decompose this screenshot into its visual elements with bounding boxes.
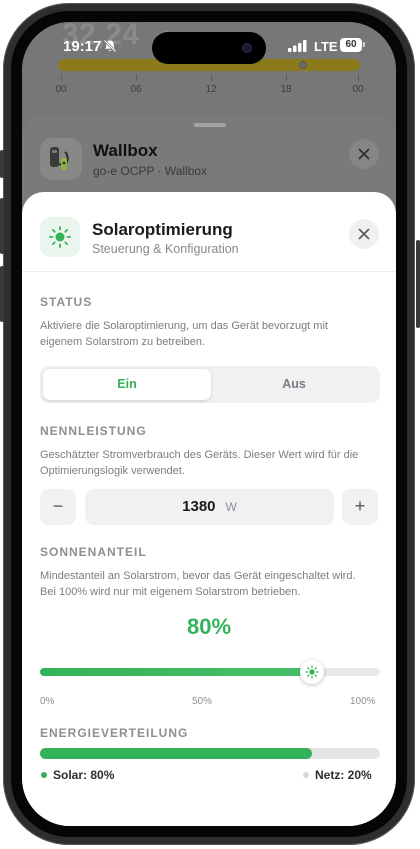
wallbox-charger-icon (40, 138, 82, 180)
background-hour-label: 00 (352, 84, 364, 95)
background-tick (61, 74, 62, 81)
nominal-power-description: Geschätzter Stromverbrauch des Geräts. D… (40, 449, 359, 477)
background-hour-label: 00 (55, 84, 67, 95)
background-tick (286, 74, 287, 81)
solar-share-percentage: 80% (186, 614, 232, 639)
solar-share-slider-fill (40, 668, 312, 676)
status-time: 19:17 (63, 38, 102, 55)
close-icon (358, 148, 370, 160)
slider-min-label: 0% (40, 696, 55, 707)
battery-nub (363, 42, 365, 47)
wallbox-close-button[interactable] (349, 139, 379, 169)
energy-distribution-label: ENERGIEVERTEILUNG (40, 726, 189, 740)
header-divider (22, 271, 396, 272)
solar-share-description: Mindestanteil an Solarstrom, bevor das G… (40, 570, 356, 598)
grid-legend-dot (303, 772, 309, 778)
status-section-label: STATUS (40, 295, 93, 309)
background-hour-label: 06 (130, 84, 142, 95)
volume-down-button (0, 266, 4, 322)
grid-legend-label: Netz: 20% (315, 768, 372, 782)
status-description: Aktiviere die Solaroptimierung, um das G… (40, 320, 328, 348)
energy-distribution-solar-fill (40, 748, 312, 759)
close-icon (358, 228, 370, 240)
sun-icon (305, 665, 319, 679)
background-timeline-marker (299, 61, 307, 69)
solar-subtitle: Steuerung & Konfiguration (92, 242, 239, 256)
slider-mid-label: 50% (192, 696, 213, 707)
increment-button[interactable]: + (342, 489, 378, 525)
solar-title: Solaroptimierung (92, 220, 233, 239)
decrement-button[interactable]: − (40, 489, 76, 525)
status-off-option[interactable]: Aus (211, 369, 377, 400)
volume-up-button (0, 198, 4, 254)
network-type: LTE (314, 39, 338, 54)
power-button (416, 240, 420, 328)
bell-slash-icon (103, 39, 117, 53)
silent-switch (0, 150, 4, 178)
nominal-power-label: NENNLEISTUNG (40, 424, 147, 438)
background-hour-label: 12 (205, 84, 217, 95)
cellular-signal-icon (288, 40, 307, 52)
solar-legend-label: Solar: 80% (53, 768, 115, 782)
phone-screen: 32,24 Ce 00 06 12 18 00 19:17 LTE 60 (22, 22, 396, 826)
front-camera (242, 43, 252, 53)
solar-share-slider-thumb[interactable] (300, 660, 324, 684)
sun-icon (40, 217, 80, 257)
wallbox-subtitle: go-e OCPP · Wallbox (93, 164, 208, 178)
background-tick (358, 74, 359, 81)
slider-max-label: 100% (350, 696, 376, 707)
nominal-power-value-wrapper: 1380 W (85, 489, 334, 525)
status-on-option[interactable]: Ein (43, 369, 211, 400)
solar-legend-dot (41, 772, 47, 778)
nominal-power-value: 1380 (182, 498, 216, 515)
solar-share-label: SONNENANTEIL (40, 545, 147, 559)
background-hour-label: 18 (280, 84, 292, 95)
wallbox-title: Wallbox (93, 141, 158, 160)
sheet-grabber[interactable] (194, 123, 226, 127)
nominal-power-unit: W (225, 500, 237, 514)
battery-indicator: 60 (340, 38, 362, 52)
solar-close-button[interactable] (349, 219, 379, 249)
background-tick (136, 74, 137, 81)
background-tick (211, 74, 212, 81)
